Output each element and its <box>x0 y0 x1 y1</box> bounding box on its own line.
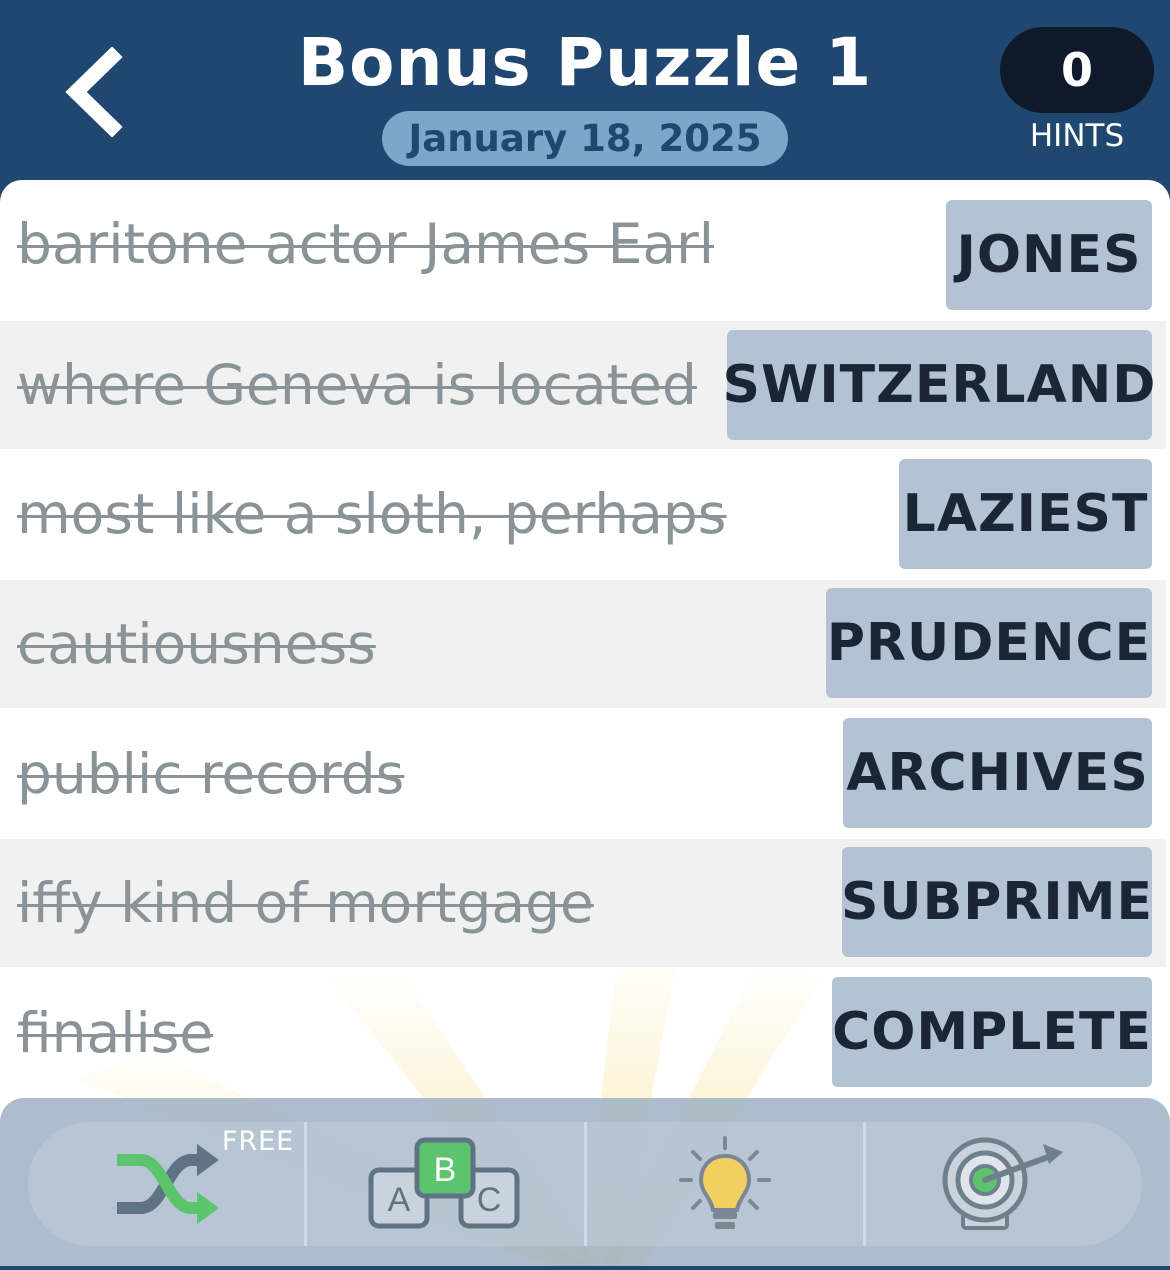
clue-row: iffy kind of mortgage SUBPRIME <box>0 839 1166 967</box>
clue-text: iffy kind of mortgage <box>17 871 594 935</box>
block-letter-b: B <box>434 1151 457 1189</box>
target-button[interactable] <box>862 1122 1142 1246</box>
clue-row: where Geneva is located SWITZERLAND <box>0 321 1166 449</box>
answer-tile[interactable]: SUBPRIME <box>841 847 1152 957</box>
clue-row: most like a sloth, perhaps LAZIEST <box>0 450 1166 578</box>
clue-row: cautiousness PRUDENCE <box>0 580 1166 708</box>
date-badge: January 18, 2025 <box>382 111 788 166</box>
header-bar: Bonus Puzzle 1 January 18, 2025 0 HINTS <box>0 0 1170 180</box>
clue-text: where Geneva is located <box>17 353 697 417</box>
answer-tile[interactable]: JONES <box>946 200 1152 310</box>
bottom-toolbar: FREE A B C <box>0 1098 1170 1270</box>
clue-text: most like a sloth, perhaps <box>17 482 727 546</box>
answer-tile[interactable]: ARCHIVES <box>843 718 1152 828</box>
clue-text: baritone actor James Earl <box>17 212 714 276</box>
reveal-letters-button[interactable]: A B C <box>304 1122 583 1246</box>
page-title: Bonus Puzzle 1 <box>297 24 873 101</box>
bottom-edge <box>0 1266 1170 1270</box>
answer-tile[interactable]: LAZIEST <box>899 459 1152 569</box>
clue-text: cautiousness <box>17 612 376 676</box>
clue-row: public records ARCHIVES <box>0 710 1166 838</box>
answer-tile[interactable]: SWITZERLAND <box>723 330 1155 440</box>
clue-row: baritone actor James Earl JONES <box>0 180 1166 310</box>
free-badge: FREE <box>221 1126 295 1157</box>
clue-text: finalise <box>17 1001 214 1065</box>
clue-text: public records <box>17 742 405 806</box>
block-letter-a: A <box>388 1181 411 1219</box>
lightbulb-icon <box>678 1136 771 1229</box>
shuffle-button[interactable]: FREE <box>28 1122 304 1246</box>
answer-tile[interactable]: PRUDENCE <box>826 588 1152 698</box>
abc-blocks-icon: A B C <box>368 1137 520 1229</box>
hints-count-badge[interactable]: 0 <box>1000 27 1154 113</box>
toolbar-pill: FREE A B C <box>28 1122 1142 1246</box>
block-letter-c: C <box>477 1181 502 1219</box>
clue-row: finalise COMPLETE <box>0 969 1166 1097</box>
shuffle-icon <box>117 1144 220 1224</box>
hint-button[interactable] <box>583 1122 863 1246</box>
target-icon <box>942 1137 1063 1230</box>
answer-tile[interactable]: COMPLETE <box>832 977 1152 1087</box>
hints-label: HINTS <box>1029 118 1125 154</box>
